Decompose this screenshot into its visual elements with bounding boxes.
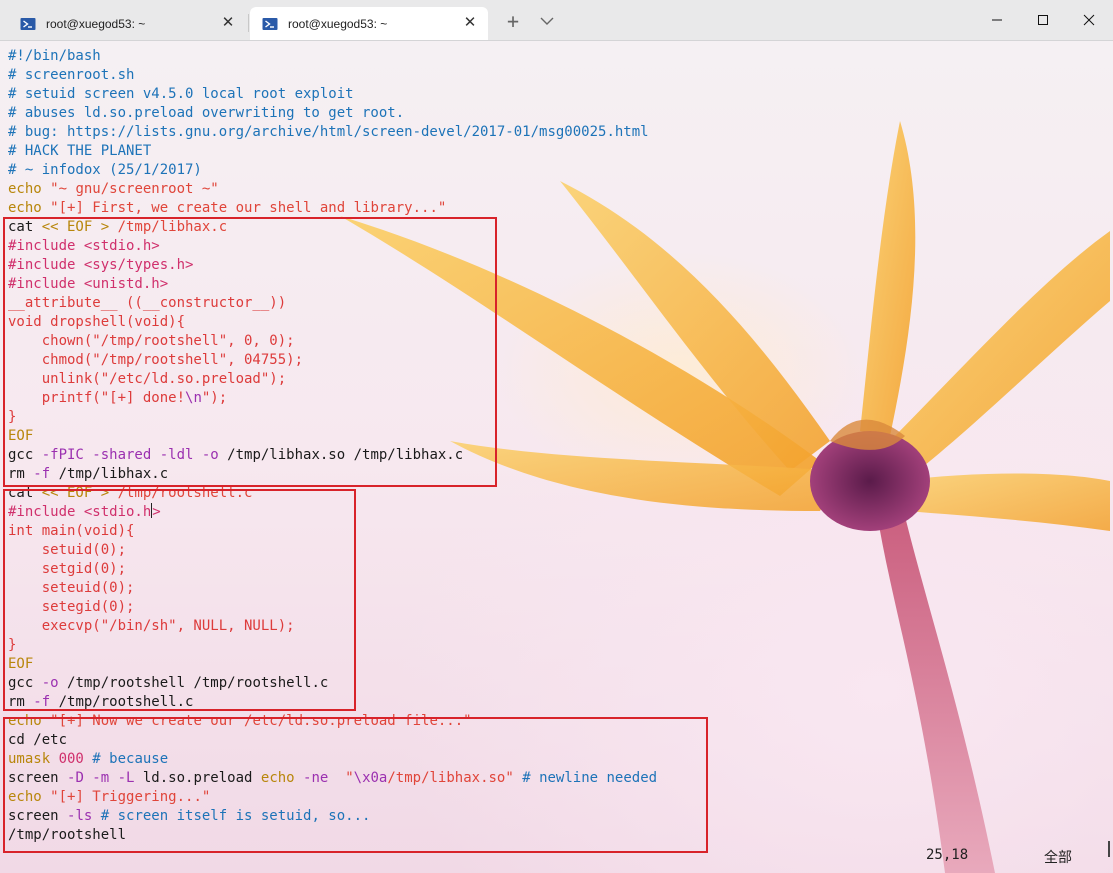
minimize-icon xyxy=(992,19,1002,21)
scroll-indicator: 全部 xyxy=(1044,850,1072,866)
code-token: # HACK THE PLANET xyxy=(8,143,152,159)
minimize-button[interactable] xyxy=(974,0,1020,40)
highlight-box-trigger xyxy=(3,717,708,853)
code-token: # ~ infodox (25/1/2017) xyxy=(8,162,202,178)
chevron-down-icon[interactable] xyxy=(538,12,556,30)
code-token: # screenroot.sh xyxy=(8,67,135,83)
cursor-position: 25,18 xyxy=(926,847,969,863)
tab-separator xyxy=(248,14,249,32)
tab-1-title: root@xuegod53: ~ xyxy=(46,16,146,31)
code-token: echo xyxy=(8,181,51,197)
code-line: # setuid screen v4.5.0 local root exploi… xyxy=(8,85,657,104)
new-tab-button[interactable]: + xyxy=(503,11,523,31)
powershell-icon xyxy=(262,17,278,30)
maximize-button[interactable] xyxy=(1020,0,1066,40)
title-bar: root@xuegod53: ~ ✕ root@xuegod53: ~ ✕ + xyxy=(0,0,1113,41)
highlight-box-libhax xyxy=(3,217,497,487)
tab-1-close-icon[interactable]: ✕ xyxy=(220,15,236,31)
close-window-button[interactable] xyxy=(1066,0,1112,40)
terminal-pane[interactable]: #!/bin/bash # screenroot.sh # setuid scree… xyxy=(0,41,1113,873)
code-line: # ~ infodox (25/1/2017) xyxy=(8,161,657,180)
powershell-icon xyxy=(20,17,36,30)
tab-2-title: root@xuegod53: ~ xyxy=(288,16,388,31)
highlight-box-rootshell xyxy=(3,489,356,711)
code-token: # setuid screen v4.5.0 local root exploi… xyxy=(8,86,354,102)
code-token: "~ gnu/screenroot ~" xyxy=(50,181,219,197)
code-line: echo "~ gnu/screenroot ~" xyxy=(8,180,657,199)
tab-1[interactable]: root@xuegod53: ~ ✕ xyxy=(8,7,246,40)
code-line: # abuses ld.so.preload overwriting to ge… xyxy=(8,104,657,123)
code-line: echo "[+] First, we create our shell and… xyxy=(8,199,657,218)
scrollbar[interactable] xyxy=(1108,841,1110,857)
close-icon xyxy=(1083,14,1095,26)
code-token: "[+] First, we create our shell and libr… xyxy=(50,200,447,216)
code-token: echo xyxy=(8,200,51,216)
code-line: #!/bin/bash xyxy=(8,47,657,66)
code-token: #!/bin/bash xyxy=(8,48,101,64)
code-line: # screenroot.sh xyxy=(8,66,657,85)
code-token: # abuses ld.so.preload overwriting to ge… xyxy=(8,105,405,121)
tab-2-close-icon[interactable]: ✕ xyxy=(462,15,478,31)
maximize-icon xyxy=(1038,15,1048,25)
code-line: # bug: https://lists.gnu.org/archive/htm… xyxy=(8,123,657,142)
code-token: # bug: https://lists.gnu.org/archive/htm… xyxy=(8,124,649,140)
tab-2[interactable]: root@xuegod53: ~ ✕ xyxy=(250,7,488,40)
code-line: # HACK THE PLANET xyxy=(8,142,657,161)
